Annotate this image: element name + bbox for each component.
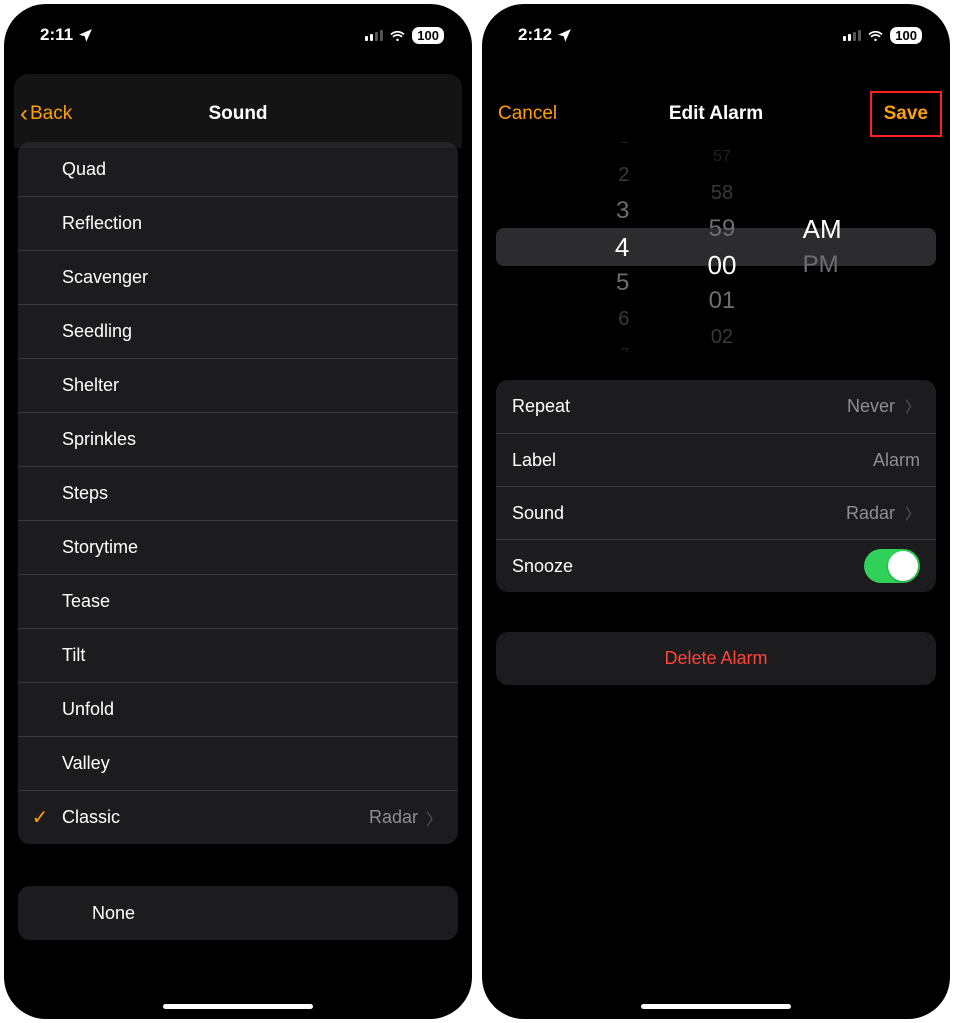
chevron-right-icon: 〉 (905, 396, 920, 417)
sound-option-label: Classic (62, 807, 369, 828)
cellular-icon (843, 29, 861, 41)
none-group: None (18, 886, 458, 940)
save-button[interactable]: Save (870, 91, 942, 137)
alarm-settings: Repeat Never 〉 Label Alarm Sound Radar 〉… (496, 380, 936, 592)
checkmark-icon: ✓ (18, 805, 62, 830)
sound-option[interactable]: Storytime (18, 520, 458, 574)
snooze-switch[interactable] (864, 549, 920, 583)
label-label: Label (512, 450, 873, 471)
wifi-icon (867, 27, 884, 44)
status-bar: 2:11 100 (4, 4, 472, 54)
home-indicator[interactable] (641, 1004, 791, 1009)
delete-alarm-button[interactable]: Delete Alarm (496, 632, 936, 685)
repeat-label: Repeat (512, 396, 847, 417)
battery-level: 100 (890, 27, 922, 44)
label-value: Alarm (873, 450, 920, 471)
cancel-button[interactable]: Cancel (498, 103, 557, 125)
sound-row[interactable]: Sound Radar 〉 (496, 486, 936, 539)
sound-option-label: Storytime (62, 537, 442, 558)
picker-item[interactable]: 58 (711, 175, 733, 211)
sound-option-label: Unfold (62, 699, 442, 720)
sound-option[interactable]: Tease (18, 574, 458, 628)
status-bar: 2:12 100 (482, 4, 950, 54)
picker-minute-column[interactable]: 5657585900010203 (655, 142, 788, 352)
picker-item[interactable]: 59 (709, 211, 736, 247)
sound-option-label: Scavenger (62, 267, 442, 288)
sound-option[interactable]: Steps (18, 466, 458, 520)
picker-item[interactable]: AM (803, 211, 842, 247)
picker-item[interactable]: 01 (709, 283, 736, 319)
sound-option-label: Shelter (62, 375, 442, 396)
picker-item[interactable]: 7 (620, 337, 629, 352)
delete-group: Delete Alarm (496, 632, 936, 685)
chevron-left-icon: ‹ (20, 102, 28, 126)
sound-option-value: Radar (369, 807, 418, 828)
back-button[interactable]: ‹ Back (20, 102, 72, 126)
picker-item[interactable]: 57 (713, 142, 731, 175)
sound-option[interactable]: Scavenger (18, 250, 458, 304)
nav-bar: ‹ Back Sound (4, 86, 472, 142)
sound-none[interactable]: None (18, 886, 458, 940)
status-time: 2:12 (518, 25, 552, 45)
cellular-icon (365, 29, 383, 41)
repeat-row[interactable]: Repeat Never 〉 (496, 380, 936, 433)
sound-option[interactable]: Valley (18, 736, 458, 790)
picker-item[interactable]: PM (803, 247, 839, 283)
none-label: None (34, 903, 442, 924)
sound-option[interactable]: Sprinkles (18, 412, 458, 466)
picker-item[interactable]: 4 (615, 229, 629, 265)
phone-edit-alarm-screen: 2:12 100 Cancel Edit Alarm Save 1234567 … (482, 4, 950, 1019)
cancel-label: Cancel (498, 103, 557, 125)
sound-option[interactable]: Shelter (18, 358, 458, 412)
sound-value: Radar (846, 503, 895, 524)
snooze-label: Snooze (512, 556, 864, 577)
sound-option-label: Valley (62, 753, 442, 774)
status-time: 2:11 (40, 25, 73, 45)
sound-option-label: Quad (62, 159, 442, 180)
chevron-right-icon: 〉 (426, 806, 442, 830)
wifi-icon (389, 27, 406, 44)
sound-option[interactable]: ✓ClassicRadar 〉 (18, 790, 458, 844)
sound-option-label: Tilt (62, 645, 442, 666)
picker-item[interactable]: 5 (616, 265, 629, 301)
sound-option[interactable]: Tilt (18, 628, 458, 682)
picker-item[interactable]: 1 (620, 142, 629, 157)
picker-item[interactable]: 00 (708, 247, 737, 283)
sound-option[interactable]: Quad (18, 142, 458, 196)
back-label: Back (30, 103, 72, 125)
sound-option-label: Reflection (62, 213, 442, 234)
sound-option-label: Seedling (62, 321, 442, 342)
battery-level: 100 (412, 27, 444, 44)
sound-label: Sound (512, 503, 846, 524)
sound-content: Quad Reflection Scavenger Seedling Shelter Sp… (4, 142, 472, 940)
phone-sound-screen: 2:11 100 ‹ Back Sound Quad Reflection Scav… (4, 4, 472, 1019)
chevron-right-icon: 〉 (905, 503, 920, 524)
sound-option[interactable]: Unfold (18, 682, 458, 736)
location-icon (77, 27, 94, 44)
picker-item[interactable]: 02 (711, 319, 733, 352)
sound-option-label: Sprinkles (62, 429, 442, 450)
picker-item[interactable]: 3 (616, 193, 629, 229)
nav-bar: Cancel Edit Alarm Save (482, 86, 950, 142)
time-picker[interactable]: 1234567 5657585900010203 AMPM (496, 142, 936, 352)
repeat-value: Never (847, 396, 895, 417)
picker-item[interactable]: 2 (618, 157, 629, 193)
sound-option[interactable]: Reflection (18, 196, 458, 250)
sound-option-label: Tease (62, 591, 442, 612)
picker-hour-column[interactable]: 1234567 (496, 142, 655, 352)
picker-ampm-column[interactable]: AMPM (789, 142, 936, 352)
picker-item[interactable]: 6 (618, 301, 629, 337)
label-row[interactable]: Label Alarm (496, 433, 936, 486)
nav-title: Sound (4, 103, 472, 125)
location-icon (556, 27, 573, 44)
snooze-row: Snooze (496, 539, 936, 592)
sound-option-label: Steps (62, 483, 442, 504)
home-indicator[interactable] (163, 1004, 313, 1009)
sound-list: Quad Reflection Scavenger Seedling Shelter Sp… (18, 142, 458, 844)
sound-option[interactable]: Seedling (18, 304, 458, 358)
